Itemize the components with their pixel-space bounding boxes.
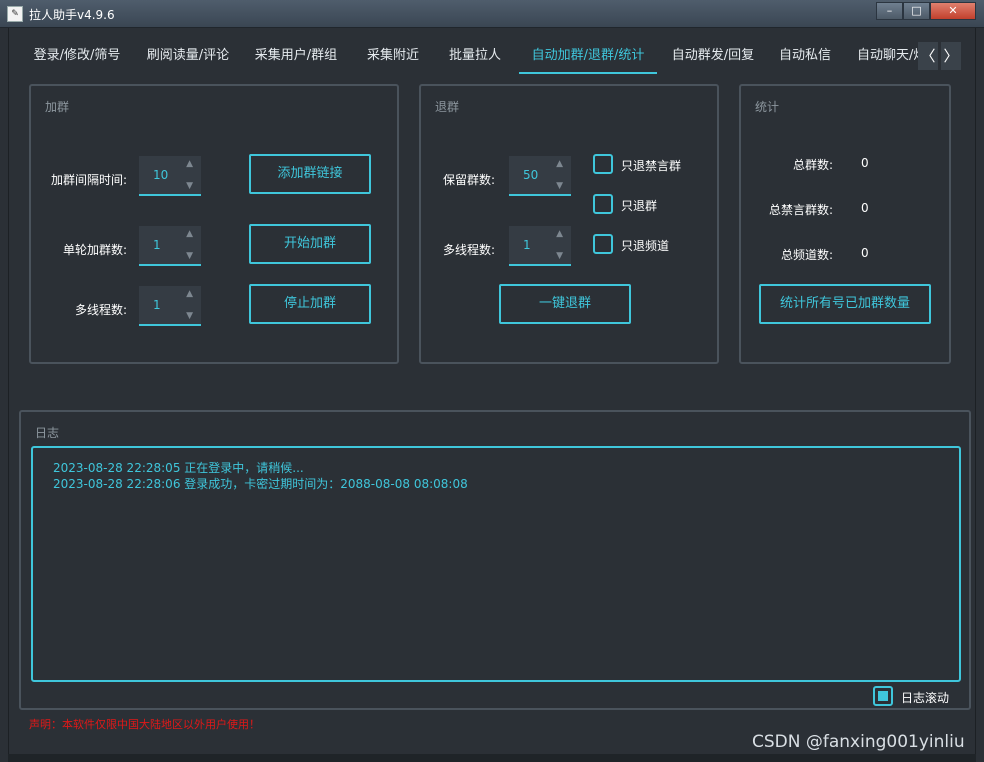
keep-groups-spinbox[interactable]: 50 ▲ ▼: [509, 156, 571, 196]
tab-collect-nearby[interactable]: 采集附近: [361, 36, 425, 74]
minimize-icon[interactable]: –: [876, 2, 903, 20]
spin-up-icon[interactable]: ▲: [186, 229, 193, 239]
tab-scroll-right-icon[interactable]: 〉: [941, 42, 961, 70]
leave-group-panel: 退群 保留群数: 50 ▲ ▼ 多线程数: 1 ▲ ▼ 只退禁言群 只退群 只退…: [419, 84, 719, 364]
tab-read-comments[interactable]: 刷阅读量/评论: [143, 36, 233, 74]
tab-login[interactable]: 登录/修改/筛号: [31, 36, 123, 74]
join-group-title: 加群: [45, 100, 70, 114]
spin-down-icon[interactable]: ▼: [186, 181, 193, 191]
stats-title: 统计: [755, 100, 780, 114]
leave-all-button[interactable]: 一键退群: [499, 284, 631, 324]
total-channels-value: 0: [861, 246, 869, 260]
per-round-label: 单轮加群数:: [62, 243, 127, 257]
status-bar: [8, 754, 976, 762]
close-icon[interactable]: ✕: [930, 2, 976, 20]
spin-up-icon[interactable]: ▲: [556, 229, 563, 239]
log-line: 2023-08-28 22:28:06 登录成功，卡密过期时间为：2088-08…: [53, 477, 468, 491]
join-threads-label: 多线程数:: [74, 303, 127, 317]
window-title: 拉人助手v4.9.6: [29, 8, 115, 22]
tab-auto-broadcast[interactable]: 自动群发/回复: [669, 36, 757, 74]
leave-group-title: 退群: [435, 100, 460, 114]
total-channels-label: 总频道数:: [780, 248, 833, 262]
only-channel-label: 只退频道: [621, 239, 670, 253]
only-muted-checkbox[interactable]: 只退禁言群: [593, 154, 703, 174]
checkbox-box[interactable]: [593, 154, 613, 174]
only-muted-label: 只退禁言群: [621, 159, 682, 173]
log-line: 2023-08-28 22:28:05 正在登录中，请稍候...: [53, 461, 304, 475]
total-muted-value: 0: [861, 201, 869, 215]
checkbox-box[interactable]: [593, 194, 613, 214]
stats-panel: 统计 总群数: 0 总禁言群数: 0 总频道数: 0 统计所有号已加群数量: [739, 84, 951, 364]
tab-bar: 登录/修改/筛号 刷阅读量/评论 采集用户/群组 采集附近 批量拉人 自动加群/…: [19, 36, 919, 76]
spin-down-icon[interactable]: ▼: [556, 251, 563, 261]
leave-threads-spinbox[interactable]: 1 ▲ ▼: [509, 226, 571, 266]
per-round-spinbox[interactable]: 1 ▲ ▼: [139, 226, 201, 266]
checkbox-box[interactable]: [873, 686, 893, 706]
app-icon: ✎: [7, 6, 23, 22]
only-group-checkbox[interactable]: 只退群: [593, 194, 703, 214]
watermark: CSDN @fanxing001yinliu: [752, 732, 965, 752]
add-group-link-button[interactable]: 添加群链接: [249, 154, 371, 194]
leave-threads-value: 1: [523, 238, 531, 252]
start-join-button[interactable]: 开始加群: [249, 224, 371, 264]
log-autoscroll-checkbox[interactable]: 日志滚动: [873, 686, 963, 706]
window-controls: – □ ✕: [876, 2, 976, 20]
spin-down-icon[interactable]: ▼: [186, 311, 193, 321]
log-autoscroll-label: 日志滚动: [901, 691, 950, 705]
keep-groups-label: 保留群数:: [442, 173, 495, 187]
title-bar[interactable]: ✎ 拉人助手v4.9.6 – □ ✕: [0, 0, 984, 28]
tab-scroll-left-icon[interactable]: 〈: [918, 42, 938, 70]
log-panel: 日志 2023-08-28 22:28:05 正在登录中，请稍候... 2023…: [19, 410, 971, 710]
join-threads-spinbox[interactable]: 1 ▲ ▼: [139, 286, 201, 326]
leave-threads-label: 多线程数:: [442, 243, 495, 257]
per-round-value: 1: [153, 238, 161, 252]
keep-groups-value: 50: [523, 168, 539, 182]
total-groups-value: 0: [861, 156, 869, 170]
join-group-panel: 加群 加群间隔时间: 10 ▲ ▼ 单轮加群数: 1 ▲ ▼ 多线程数: 1 ▲…: [29, 84, 399, 364]
tab-collect-users[interactable]: 采集用户/群组: [251, 36, 341, 74]
client-area: 登录/修改/筛号 刷阅读量/评论 采集用户/群组 采集附近 批量拉人 自动加群/…: [8, 28, 976, 754]
only-channel-checkbox[interactable]: 只退频道: [593, 234, 703, 254]
tab-auto-dm[interactable]: 自动私信: [775, 36, 835, 74]
checkbox-box[interactable]: [593, 234, 613, 254]
stop-join-button[interactable]: 停止加群: [249, 284, 371, 324]
tab-auto-join-leave[interactable]: 自动加群/退群/统计: [519, 36, 657, 74]
spin-up-icon[interactable]: ▲: [556, 159, 563, 169]
interval-spinbox[interactable]: 10 ▲ ▼: [139, 156, 201, 196]
total-muted-label: 总禁言群数:: [768, 203, 833, 217]
tab-auto-chat[interactable]: 自动聊天/炒: [857, 36, 919, 74]
total-groups-label: 总群数:: [792, 158, 833, 172]
tab-batch-invite[interactable]: 批量拉人: [443, 36, 507, 74]
spin-up-icon[interactable]: ▲: [186, 159, 193, 169]
spin-down-icon[interactable]: ▼: [556, 181, 563, 191]
maximize-icon[interactable]: □: [903, 2, 930, 20]
interval-label: 加群间隔时间:: [50, 173, 127, 187]
join-threads-value: 1: [153, 298, 161, 312]
only-group-label: 只退群: [621, 199, 658, 213]
spin-up-icon[interactable]: ▲: [186, 289, 193, 299]
log-title: 日志: [35, 426, 60, 440]
log-textarea[interactable]: 2023-08-28 22:28:05 正在登录中，请稍候... 2023-08…: [31, 446, 961, 682]
count-all-groups-button[interactable]: 统计所有号已加群数量: [759, 284, 931, 324]
spin-down-icon[interactable]: ▼: [186, 251, 193, 261]
interval-value: 10: [153, 168, 169, 182]
footer-warning: 声明：本软件仅限中国大陆地区以外用户使用！: [29, 718, 260, 731]
